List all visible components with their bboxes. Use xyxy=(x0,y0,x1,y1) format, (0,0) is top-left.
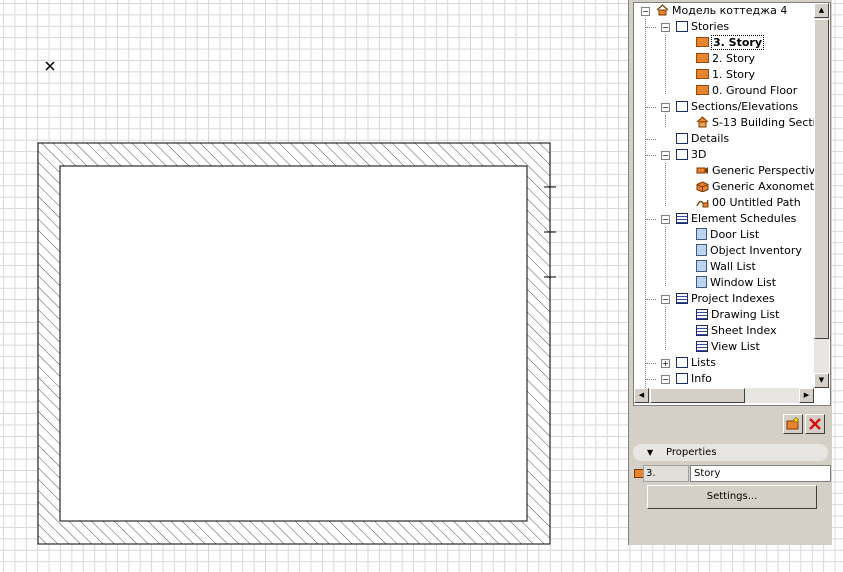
tree-group-info[interactable]: Info xyxy=(676,371,712,387)
tree-item-door-list[interactable]: Door List xyxy=(696,227,759,243)
properties-title: Properties xyxy=(666,447,717,458)
story-number-field[interactable]: 3. xyxy=(643,465,689,482)
tree-item-object-inventory[interactable]: Object Inventory xyxy=(696,243,802,259)
tree-group-schedules[interactable]: Element Schedules xyxy=(676,211,796,227)
tree-item-perspective[interactable]: Generic Perspective xyxy=(696,163,814,179)
cube-icon xyxy=(696,180,709,192)
section-icon xyxy=(676,100,688,112)
horizontal-scroll-thumb[interactable] xyxy=(650,388,745,403)
tree-vertical-scrollbar[interactable]: ▲ ▼ xyxy=(814,3,829,388)
schedule-sheet-icon xyxy=(696,228,707,240)
lists-icon xyxy=(676,356,688,368)
tree-item-section[interactable]: S-13 Building Section xyxy=(696,115,814,131)
scroll-down-button[interactable]: ▼ xyxy=(814,373,829,388)
vertical-scroll-thumb[interactable] xyxy=(814,19,829,339)
3d-icon xyxy=(676,148,688,160)
delete-button[interactable] xyxy=(805,414,825,434)
tree-group-3d[interactable]: 3D xyxy=(676,147,706,163)
section-house-icon xyxy=(696,116,709,128)
tree-item-view-list[interactable]: View List xyxy=(696,339,760,355)
schedule-icon xyxy=(676,212,688,224)
tree-item-sheet-index[interactable]: Sheet Index xyxy=(696,323,777,339)
stories-icon xyxy=(676,20,688,32)
schedule-sheet-icon xyxy=(696,244,707,256)
tree-item-story-2[interactable]: 2. Story xyxy=(696,51,755,67)
navigator-palette: − Модель коттеджа 4 − Stories 3. Story 2… xyxy=(628,0,832,545)
path-icon xyxy=(696,199,709,207)
properties-header[interactable]: ▼ Properties xyxy=(633,444,828,461)
index-list-icon xyxy=(696,324,708,336)
tree-group-stories[interactable]: Stories xyxy=(676,19,729,35)
story-icon xyxy=(696,53,709,63)
origin-marker xyxy=(45,61,55,71)
info-icon xyxy=(676,372,688,384)
new-folder-icon xyxy=(786,416,800,430)
expander-stories[interactable]: − xyxy=(661,23,670,32)
scroll-up-button[interactable]: ▲ xyxy=(814,3,829,18)
tree-item-story-3[interactable]: 3. Story xyxy=(696,35,764,51)
camera-icon xyxy=(696,166,708,174)
delete-icon xyxy=(809,418,821,430)
tree-group-lists[interactable]: Lists xyxy=(676,355,716,371)
story-icon xyxy=(696,69,709,79)
details-icon xyxy=(676,132,688,144)
schedule-sheet-icon xyxy=(696,276,707,288)
project-tree: − Модель коттеджа 4 − Stories 3. Story 2… xyxy=(633,2,831,406)
tree-item-story-0[interactable]: 0. Ground Floor xyxy=(696,83,797,99)
tree-horizontal-scrollbar[interactable]: ◀ ▶ xyxy=(634,388,814,403)
expander-indexes[interactable]: − xyxy=(661,295,670,304)
expander-sections[interactable]: − xyxy=(661,103,670,112)
expander-lists[interactable]: + xyxy=(661,359,670,368)
tree-root[interactable]: Модель коттеджа 4 xyxy=(656,3,787,19)
scroll-right-button[interactable]: ▶ xyxy=(799,388,814,403)
settings-button[interactable]: Settings... xyxy=(647,485,817,509)
properties-row: 3. Story xyxy=(631,464,831,482)
tree-group-indexes[interactable]: Project Indexes xyxy=(676,291,775,307)
room-interior xyxy=(59,165,528,522)
story-icon xyxy=(696,37,709,47)
tree-group-details[interactable]: Details xyxy=(676,131,729,147)
tree-group-sections[interactable]: Sections/Elevations xyxy=(676,99,798,115)
expander-3d[interactable]: − xyxy=(661,151,670,160)
schedule-sheet-icon xyxy=(696,260,707,272)
story-icon xyxy=(696,85,709,95)
tree-root-label: Модель коттеджа 4 xyxy=(672,4,788,17)
tree-item-story-1[interactable]: 1. Story xyxy=(696,67,755,83)
house-icon xyxy=(656,4,669,16)
expander-root[interactable]: − xyxy=(641,7,650,16)
expander-schedules[interactable]: − xyxy=(661,215,670,224)
tree-item-drawing-list[interactable]: Drawing List xyxy=(696,307,779,323)
tree-item-axonometry[interactable]: Generic Axonometry xyxy=(696,179,814,195)
story-name-field[interactable]: Story xyxy=(690,465,831,482)
new-folder-button[interactable] xyxy=(783,414,803,434)
scroll-left-button[interactable]: ◀ xyxy=(634,388,649,403)
tree-item-wall-list[interactable]: Wall List xyxy=(696,259,756,275)
expander-info[interactable]: − xyxy=(661,375,670,384)
index-icon xyxy=(676,292,688,304)
index-list-icon xyxy=(696,340,708,352)
tree-item-path[interactable]: 00 Untitled Path xyxy=(696,195,801,211)
index-list-icon xyxy=(696,308,708,320)
collapse-triangle-icon: ▼ xyxy=(647,448,654,457)
tree-item-window-list[interactable]: Window List xyxy=(696,275,776,291)
plan-canvas[interactable] xyxy=(0,0,628,572)
